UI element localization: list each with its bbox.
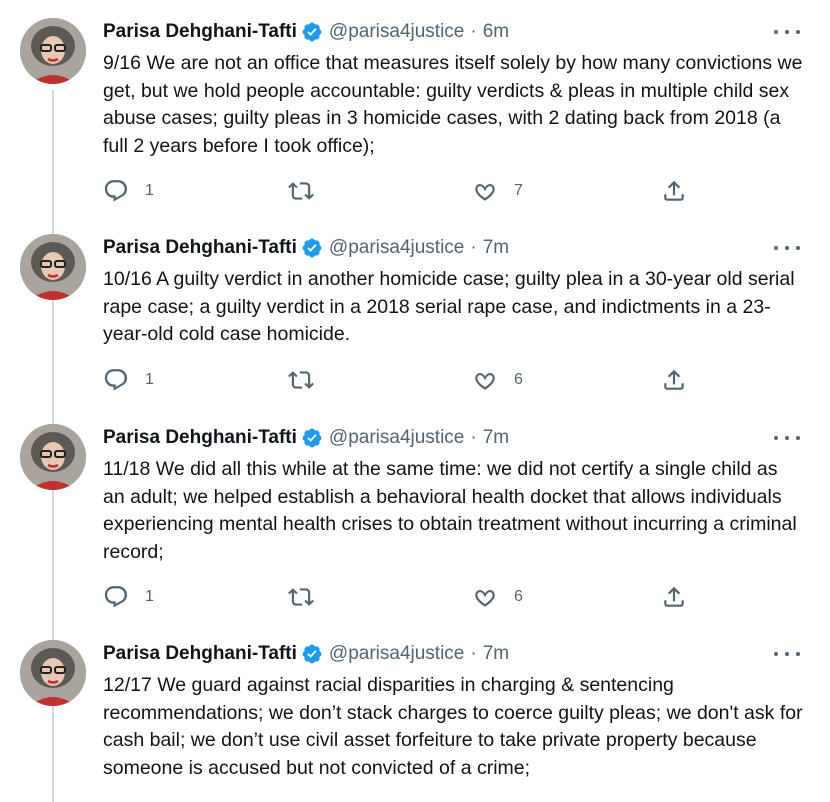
- action-bar: 1 6: [103, 583, 703, 611]
- avatar[interactable]: [20, 640, 86, 706]
- like-icon: [475, 589, 495, 607]
- share-icon: [664, 586, 684, 607]
- retweet-button[interactable]: [288, 366, 330, 394]
- verified-badge-icon: [301, 643, 323, 665]
- reply-button[interactable]: 1: [103, 583, 154, 611]
- separator-dot: ·: [470, 21, 477, 42]
- author-handle[interactable]: @parisa4justice: [329, 643, 464, 665]
- author-handle[interactable]: @parisa4justice: [329, 21, 464, 43]
- avatar[interactable]: [20, 424, 86, 490]
- reply-count: 1: [145, 182, 154, 199]
- like-button[interactable]: 6: [472, 583, 523, 611]
- action-bar: 1 6: [103, 366, 703, 394]
- separator-dot: ·: [470, 237, 477, 258]
- tweet-text: 10/16 A guilty verdict in another homici…: [103, 268, 795, 346]
- tweet-timestamp[interactable]: 7m: [483, 427, 509, 449]
- like-count: 7: [514, 182, 523, 199]
- tweet-text: 12/17 We guard against racial disparitie…: [103, 674, 803, 780]
- retweet-button[interactable]: [288, 583, 330, 611]
- verified-badge-icon: [301, 427, 323, 449]
- reply-button[interactable]: 1: [103, 177, 154, 205]
- like-icon: [475, 372, 495, 390]
- reply-button[interactable]: 1: [103, 366, 154, 394]
- action-bar: 1 7: [103, 177, 703, 205]
- like-button[interactable]: 6: [472, 366, 523, 394]
- share-button[interactable]: [661, 583, 687, 611]
- author-handle[interactable]: @parisa4justice: [329, 427, 464, 449]
- tweet-timestamp[interactable]: 6m: [483, 21, 509, 43]
- tweet-timestamp[interactable]: 7m: [483, 237, 509, 259]
- share-icon: [664, 369, 684, 390]
- more-icon[interactable]: [774, 428, 800, 448]
- avatar-image: [20, 424, 86, 490]
- retweet-button[interactable]: [288, 177, 330, 205]
- like-count: 6: [514, 371, 523, 388]
- avatar[interactable]: [20, 234, 86, 300]
- tweet-text: 9/16 We are not an office that measures …: [103, 52, 803, 158]
- more-icon[interactable]: [774, 644, 800, 664]
- retweet-icon: [288, 182, 314, 200]
- reply-icon: [104, 180, 128, 202]
- like-icon: [475, 183, 495, 201]
- separator-dot: ·: [470, 643, 477, 664]
- verified-badge-icon: [301, 237, 323, 259]
- author-name[interactable]: Parisa Dehghani-Tafti: [103, 643, 297, 665]
- share-button[interactable]: [661, 366, 687, 394]
- like-count: 6: [514, 588, 523, 605]
- share-icon: [664, 180, 684, 201]
- author-name[interactable]: Parisa Dehghani-Tafti: [103, 427, 297, 449]
- tweet-timestamp[interactable]: 7m: [483, 643, 509, 665]
- like-button[interactable]: 7: [472, 177, 523, 205]
- reply-count: 1: [145, 371, 154, 388]
- more-icon[interactable]: [774, 22, 800, 42]
- more-icon[interactable]: [774, 238, 800, 258]
- author-name[interactable]: Parisa Dehghani-Tafti: [103, 21, 297, 43]
- retweet-icon: [288, 371, 314, 389]
- reply-count: 1: [145, 588, 154, 605]
- avatar-image: [20, 18, 86, 84]
- avatar-image: [20, 640, 86, 706]
- share-button[interactable]: [661, 177, 687, 205]
- separator-dot: ·: [470, 427, 477, 448]
- author-name[interactable]: Parisa Dehghani-Tafti: [103, 237, 297, 259]
- avatar[interactable]: [20, 18, 86, 84]
- author-handle[interactable]: @parisa4justice: [329, 237, 464, 259]
- verified-badge-icon: [301, 21, 323, 43]
- retweet-icon: [288, 588, 314, 606]
- reply-icon: [104, 586, 128, 608]
- tweet-text: 11/18 We did all this while at the same …: [103, 458, 797, 564]
- avatar-image: [20, 234, 86, 300]
- reply-icon: [104, 369, 128, 391]
